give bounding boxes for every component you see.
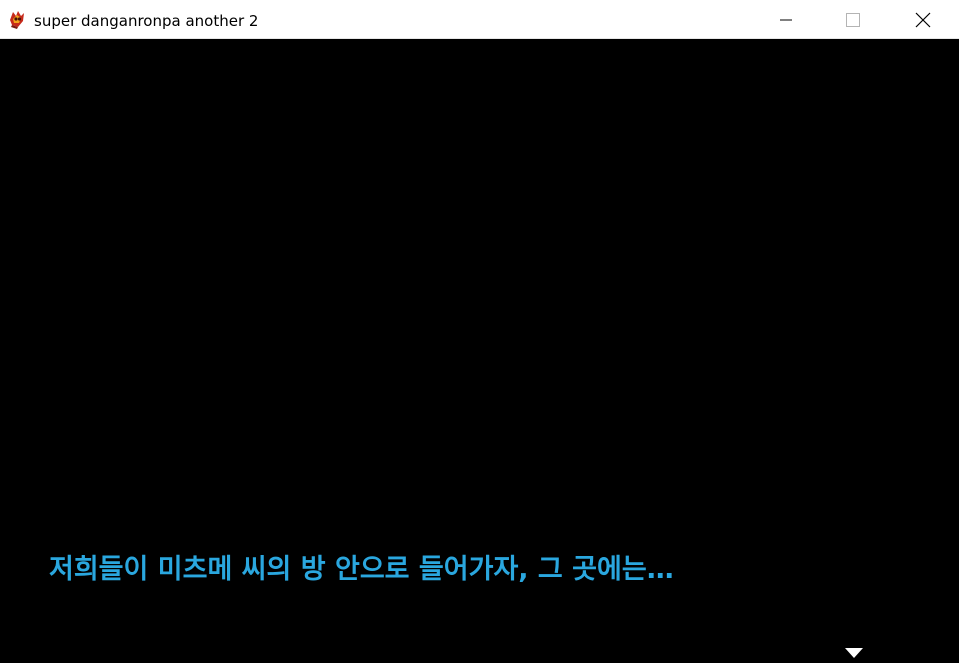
close-button[interactable] xyxy=(900,0,946,39)
game-app-icon xyxy=(10,11,24,29)
close-icon xyxy=(915,12,931,27)
dialogue-text: 저희들이 미츠메 씨의 방 안으로 들어가자, 그 곳에는… xyxy=(49,554,674,585)
game-window: super danganronpa another 2 저희들이 미츠메 씨의 … xyxy=(0,0,959,663)
maximize-button[interactable] xyxy=(830,0,876,39)
minimize-icon xyxy=(780,19,792,20)
title-bar[interactable]: super danganronpa another 2 xyxy=(0,0,959,39)
minimize-button[interactable] xyxy=(763,0,809,39)
window-title: super danganronpa another 2 xyxy=(34,12,259,30)
maximize-icon xyxy=(846,12,860,27)
game-screen[interactable]: 저희들이 미츠메 씨의 방 안으로 들어가자, 그 곳에는… xyxy=(0,39,959,663)
down-triangle-icon[interactable] xyxy=(845,648,863,660)
